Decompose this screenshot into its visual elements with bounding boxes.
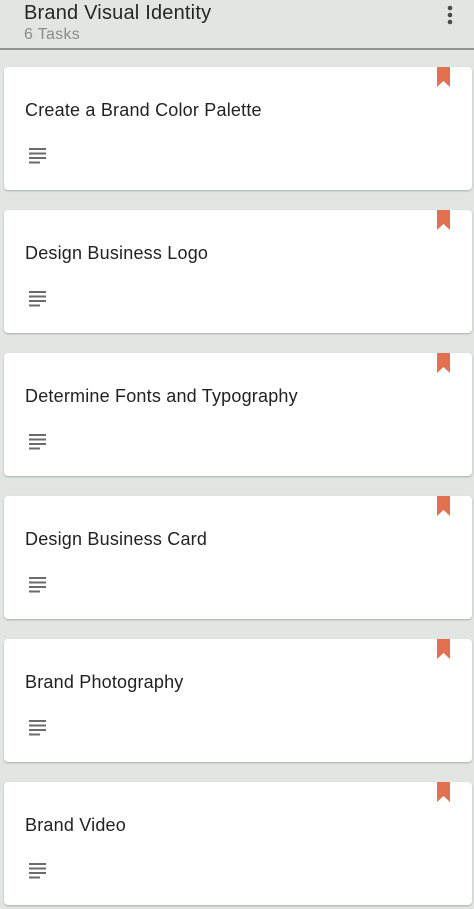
description-icon bbox=[29, 291, 47, 307]
bookmark-icon bbox=[437, 67, 450, 87]
task-title: Brand Video bbox=[25, 815, 126, 835]
task-title: Design Business Card bbox=[25, 529, 208, 549]
list-header: Brand Visual Identity 6 Tasks bbox=[0, 0, 474, 50]
task-card[interactable]: Determine Fonts and Typography bbox=[4, 353, 472, 476]
task-title: Create a Brand Color Palette bbox=[25, 100, 262, 120]
task-card[interactable]: Brand Photography bbox=[4, 639, 472, 762]
description-icon bbox=[29, 720, 47, 736]
bookmark-icon bbox=[437, 782, 450, 802]
task-count: 6 Tasks bbox=[24, 26, 81, 43]
list-title: Brand Visual Identity bbox=[24, 2, 212, 24]
task-card[interactable]: Design Business Card bbox=[4, 496, 472, 619]
description-icon bbox=[29, 148, 47, 164]
more-vert-icon bbox=[447, 5, 453, 25]
task-title: Determine Fonts and Typography bbox=[25, 386, 298, 406]
bookmark-icon bbox=[437, 353, 450, 373]
task-title: Brand Photography bbox=[25, 672, 184, 692]
description-icon bbox=[29, 434, 47, 450]
task-title: Design Business Logo bbox=[25, 243, 209, 263]
task-card[interactable]: Brand Video bbox=[4, 782, 472, 905]
bookmark-icon bbox=[437, 639, 450, 659]
task-card[interactable]: Design Business Logo bbox=[4, 210, 472, 333]
description-icon bbox=[29, 863, 47, 879]
bookmark-icon bbox=[437, 210, 450, 230]
task-card[interactable]: Create a Brand Color Palette bbox=[4, 67, 472, 190]
more-options-button[interactable] bbox=[438, 2, 462, 34]
description-icon bbox=[29, 577, 47, 593]
bookmark-icon bbox=[437, 496, 450, 516]
